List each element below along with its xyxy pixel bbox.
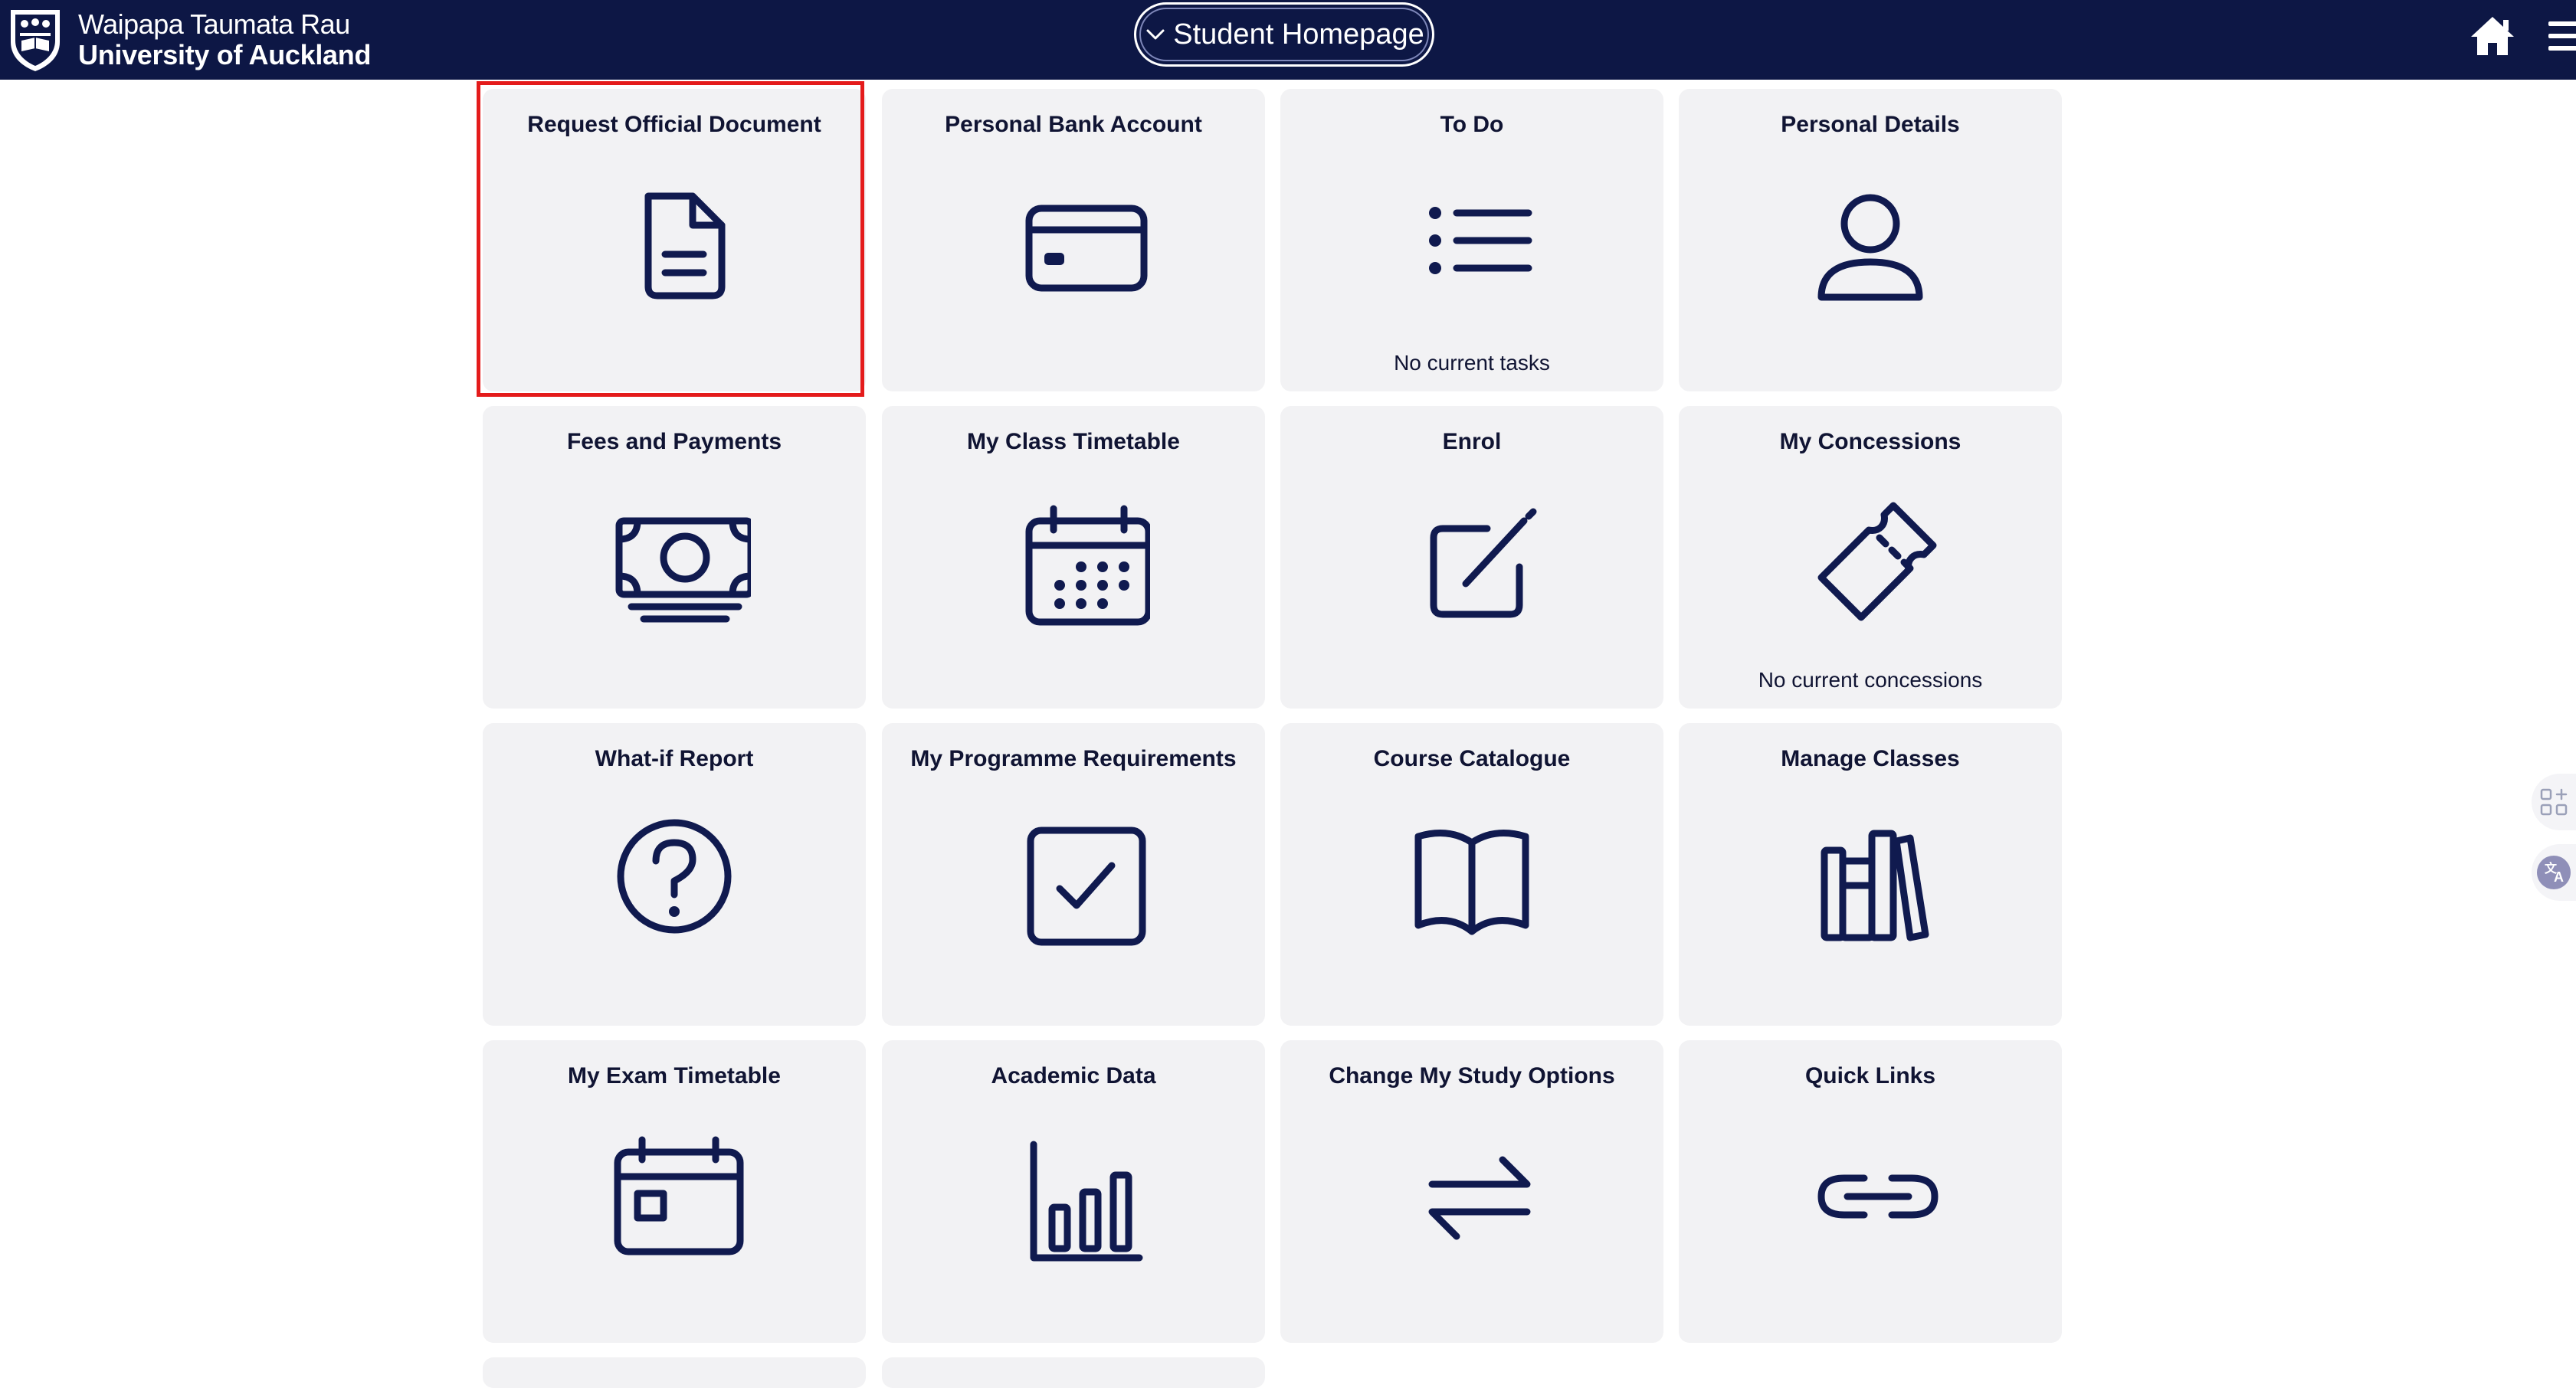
- edit-icon: [1395, 483, 1549, 636]
- tile-my-class-timetable[interactable]: My Class Timetable: [882, 406, 1265, 709]
- crest-icon: [11, 10, 60, 71]
- user-icon: [1794, 165, 1947, 319]
- tile-title: To Do: [1440, 112, 1504, 137]
- calendar-icon: [997, 483, 1152, 636]
- document-icon: [598, 165, 751, 319]
- top-bar: Waipapa Taumata Rau University of Auckla…: [0, 0, 2576, 80]
- tile-title: Request Official Document: [527, 112, 821, 137]
- credit-card-icon: [997, 165, 1150, 319]
- translate-widget[interactable]: 文 A: [2532, 844, 2576, 901]
- tile-title: Personal Details: [1781, 112, 1960, 137]
- hamburger-icon: [2548, 21, 2576, 51]
- menu-button[interactable]: [2545, 17, 2576, 55]
- home-button[interactable]: [2469, 14, 2515, 57]
- checkbox-icon: [997, 800, 1150, 953]
- tile-title: Change My Study Options: [1329, 1063, 1615, 1088]
- logo-line-1: Waipapa Taumata Rau: [78, 8, 350, 40]
- svg-text:A: A: [2554, 869, 2564, 885]
- tile-title: Course Catalogue: [1373, 746, 1571, 771]
- tile-title: Fees and Payments: [566, 429, 782, 454]
- university-logo[interactable]: Waipapa Taumata Rau University of Auckla…: [8, 5, 371, 75]
- tile-title: My Programme Requirements: [910, 746, 1237, 771]
- homepage-selector[interactable]: Student Homepage: [1134, 2, 1434, 67]
- tile-title: Academic Data: [991, 1063, 1156, 1088]
- tile-academic-data[interactable]: Academic Data: [882, 1040, 1265, 1343]
- tile-change-my-study-options[interactable]: Change My Study Options: [1280, 1040, 1663, 1343]
- tile-enrol[interactable]: Enrol: [1280, 406, 1663, 709]
- tile-personal-bank-account[interactable]: Personal Bank Account: [882, 89, 1265, 391]
- question-icon: [598, 800, 751, 953]
- tile-my-programme-requirements[interactable]: My Programme Requirements: [882, 723, 1265, 1026]
- ticket-icon: [1794, 483, 1947, 636]
- translate-icon: 文 A: [2537, 856, 2571, 889]
- tile-fees-and-payments[interactable]: Fees and Payments: [483, 406, 866, 709]
- apps-widget[interactable]: [2532, 774, 2576, 830]
- tile-title: My Concessions: [1779, 429, 1961, 454]
- tile-title: Personal Bank Account: [945, 112, 1202, 137]
- swap-icon: [1395, 1117, 1549, 1270]
- tile-title: Manage Classes: [1781, 746, 1960, 771]
- home-icon: [2471, 17, 2514, 55]
- tile-to-do[interactable]: To Do No current tasks: [1280, 89, 1663, 391]
- books-icon: [1794, 800, 1947, 953]
- tile-title: My Class Timetable: [967, 429, 1180, 454]
- calendar-event-icon: [598, 1117, 751, 1270]
- tile-quick-links[interactable]: Quick Links: [1679, 1040, 2062, 1343]
- tile-title: Quick Links: [1804, 1063, 1936, 1088]
- bar-chart-icon: [997, 1117, 1150, 1270]
- tile-status: No current tasks: [1394, 351, 1550, 375]
- tile-my-exam-timetable[interactable]: My Exam Timetable: [483, 1040, 866, 1343]
- tile-partial-2[interactable]: [882, 1357, 1265, 1388]
- tile-request-official-document[interactable]: Request Official Document: [483, 89, 866, 391]
- tile-manage-classes[interactable]: Manage Classes: [1679, 723, 2062, 1026]
- link-icon: [1794, 1117, 1947, 1270]
- chevron-down-icon: [1146, 29, 1165, 40]
- tile-title: Enrol: [1442, 429, 1502, 454]
- tile-status: No current concessions: [1758, 668, 1983, 692]
- list-icon: [1395, 165, 1549, 319]
- banknote-icon: [598, 483, 755, 636]
- apps-icon: [2540, 788, 2568, 816]
- book-open-icon: [1395, 800, 1549, 953]
- logo-line-2: University of Auckland: [78, 39, 372, 70]
- tile-title: My Exam Timetable: [568, 1063, 781, 1088]
- tile-what-if-report[interactable]: What-if Report: [483, 723, 866, 1026]
- tile-my-concessions[interactable]: My Concessions No current concessions: [1679, 406, 2062, 709]
- homepage-selector-label: Student Homepage: [1173, 18, 1424, 51]
- tile-partial-1[interactable]: [483, 1357, 866, 1388]
- tile-title: What-if Report: [595, 746, 754, 771]
- tile-personal-details[interactable]: Personal Details: [1679, 89, 2062, 391]
- tile-course-catalogue[interactable]: Course Catalogue: [1280, 723, 1663, 1026]
